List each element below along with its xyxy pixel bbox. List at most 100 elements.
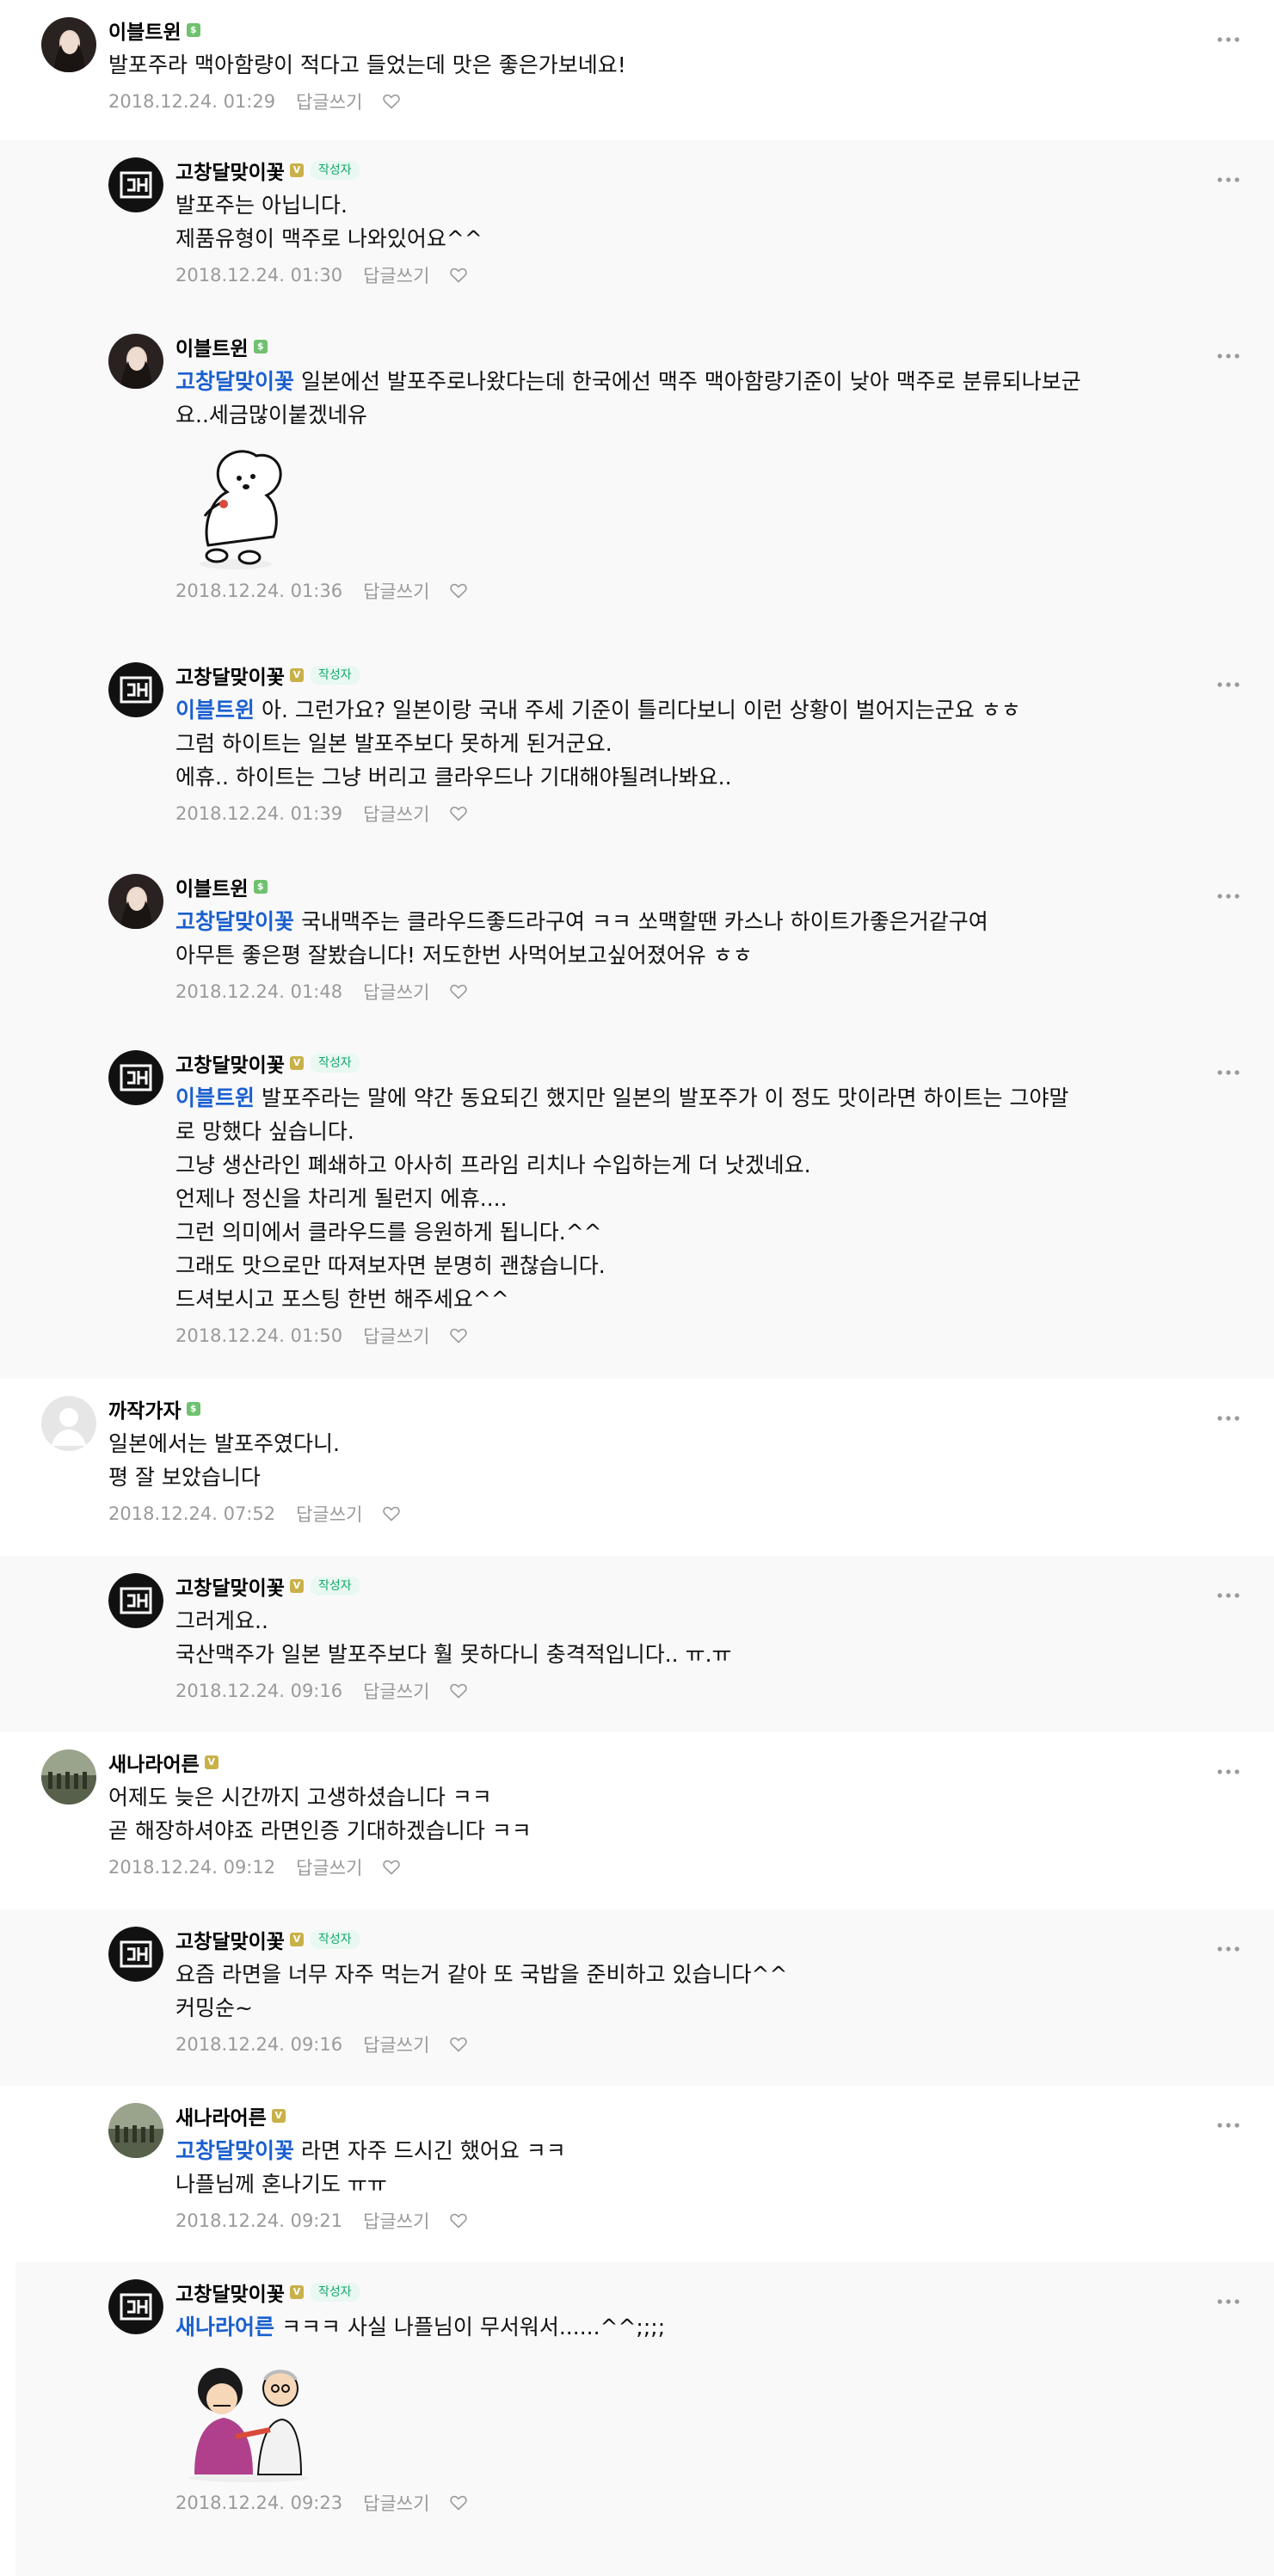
more-icon[interactable]: [1217, 1062, 1240, 1075]
comment-line-text: 어제도 늦은 시간까지 고생하셨습니다 ㅋㅋ: [108, 1785, 492, 1810]
avatar[interactable]: [108, 157, 163, 212]
avatar[interactable]: [108, 874, 163, 929]
more-icon[interactable]: [1217, 1585, 1240, 1598]
comment-date: 2018.12.24. 09:16: [175, 1681, 343, 1701]
reply-button[interactable]: 답글쓰기: [363, 262, 429, 288]
comment-header: 이블트윈 $: [108, 15, 1179, 45]
heart-icon[interactable]: [450, 1683, 468, 1699]
author-nickname[interactable]: 이블트윈: [175, 332, 249, 361]
more-icon[interactable]: [1217, 674, 1240, 687]
heart-icon[interactable]: [450, 1328, 468, 1343]
author-nickname[interactable]: 고창달맞이꽃: [175, 1925, 285, 1954]
heart-icon[interactable]: [450, 806, 468, 821]
comment-body: 고창달맞이꽃 V 작성자 발포주는 아닙니다. 제품유형이 맥주로 나와있어요^^ 201…: [175, 157, 1179, 288]
avatar[interactable]: [41, 17, 96, 72]
reply-button[interactable]: 답글쓰기: [363, 578, 429, 604]
comment-line: 곧 해장하셔야죠 라면인증 기대하겠습니다 ㅋㅋ: [108, 1814, 1179, 1847]
comment-text: 고창달맞이꽃 일본에선 발포주로나왔다는데 한국에선 맥주 맥아함량기준이 낮아 …: [175, 365, 1179, 432]
mention-link[interactable]: 고창달맞이꽃: [175, 909, 294, 934]
mention-link[interactable]: 고창달맞이꽃: [175, 2138, 294, 2163]
mention-link[interactable]: 새나라어른: [175, 2315, 274, 2339]
comment-line: 평 잘 보았습니다: [108, 1460, 1179, 1494]
more-icon[interactable]: [1217, 1761, 1240, 1774]
comment-line-text: 에휴.. 하이트는 그냥 버리고 클라우드나 기대해야될려나봐요..: [175, 765, 732, 790]
level-badge-icon: $: [253, 340, 268, 354]
reply-button[interactable]: 답글쓰기: [296, 1501, 362, 1527]
mention-link[interactable]: 이블트윈: [175, 1085, 255, 1110]
comment-date: 2018.12.24. 01:30: [175, 265, 343, 286]
author-nickname[interactable]: 고창달맞이꽃: [175, 1571, 285, 1601]
heart-icon[interactable]: [450, 267, 468, 283]
avatar[interactable]: [108, 334, 163, 389]
avatar[interactable]: [108, 662, 163, 717]
author-nickname[interactable]: 새나라어른: [108, 1748, 200, 1777]
level-badge-icon: $: [186, 1402, 200, 1416]
reply-button[interactable]: 답글쓰기: [363, 979, 429, 1005]
level-badge-icon: V: [289, 1056, 304, 1070]
reply-button[interactable]: 답글쓰기: [296, 1854, 362, 1880]
comment-line-text: 요즘 라면을 너무 자주 먹는거 같아 또 국밥을 준비하고 있습니다^^: [175, 1962, 788, 1987]
reply-item: 고창달맞이꽃 V 작성자 이블트윈 발포주라는 말에 약간 동요되긴 했지만 일본의 발…: [0, 1033, 1274, 1379]
more-icon[interactable]: [1217, 29, 1240, 42]
comment-line: 그냥 생산라인 폐쇄하고 아사히 프라임 리치나 수입하는게 더 낫겠네요.: [175, 1148, 1179, 1182]
author-nickname[interactable]: 고창달맞이꽃: [175, 2278, 285, 2307]
mention-link[interactable]: 이블트윈: [175, 698, 255, 722]
avatar[interactable]: [108, 1573, 163, 1628]
comment-line: 이블트윈 발포주라는 말에 약간 동요되긴 했지만 일본의 발포주가 이 정도 맛…: [175, 1081, 1179, 1115]
comment-text: 요즘 라면을 너무 자주 먹는거 같아 또 국밥을 준비하고 있습니다^^ 커밍순…: [175, 1958, 1179, 2025]
more-icon[interactable]: [1217, 1408, 1240, 1421]
heart-icon[interactable]: [383, 94, 401, 109]
comment-meta: 2018.12.24. 01:39 답글쓰기: [175, 801, 1179, 827]
author-nickname[interactable]: 이블트윈: [108, 15, 182, 45]
avatar[interactable]: [108, 2103, 163, 2158]
avatar[interactable]: [108, 1927, 163, 1982]
avatar[interactable]: [41, 1396, 96, 1451]
reply-button[interactable]: 답글쓰기: [363, 1323, 429, 1349]
comment-item: 이블트윈 $ 발포주라 맥아함량이 적다고 들었는데 맛은 좋은가보네요! 2018.…: [0, 0, 1274, 140]
heart-icon[interactable]: [383, 1860, 401, 1875]
comment-line: 국산맥주가 일본 발포주보다 훨 못하다니 충격적입니다.. ㅠ.ㅠ: [175, 1638, 1179, 1671]
more-icon[interactable]: [1217, 1939, 1240, 1952]
more-icon[interactable]: [1217, 346, 1240, 359]
reply-button[interactable]: 답글쓰기: [363, 2032, 429, 2057]
avatar[interactable]: [41, 1749, 96, 1804]
comment-line-text: 국산맥주가 일본 발포주보다 훨 못하다니 충격적입니다.. ㅠ.ㅠ: [175, 1642, 732, 1667]
reply-button[interactable]: 답글쓰기: [363, 801, 429, 827]
comment-line: 어제도 늦은 시간까지 고생하셨습니다 ㅋㅋ: [108, 1780, 1179, 1814]
author-nickname[interactable]: 고창달맞이꽃: [175, 156, 285, 185]
heart-icon[interactable]: [450, 2495, 468, 2511]
author-nickname[interactable]: 고창달맞이꽃: [175, 1048, 285, 1078]
heart-icon[interactable]: [383, 1506, 401, 1522]
author-nickname[interactable]: 까작가자: [108, 1394, 182, 1423]
reply-button[interactable]: 답글쓰기: [296, 89, 362, 114]
author-nickname[interactable]: 새나라어른: [175, 2101, 267, 2130]
avatar[interactable]: [108, 1050, 163, 1105]
avatar[interactable]: [108, 2279, 163, 2334]
comment-line: 고창달맞이꽃 라면 자주 드시긴 했어요 ㅋㅋ: [175, 2134, 1179, 2167]
comment-line: 아무튼 좋은평 잘봤습니다! 저도한번 사먹어보고싶어졌어유 ㅎㅎ: [175, 938, 1179, 972]
more-icon[interactable]: [1217, 2115, 1240, 2128]
mention-link[interactable]: 고창달맞이꽃: [175, 369, 294, 394]
more-icon[interactable]: [1217, 886, 1240, 899]
level-badge-icon: V: [289, 1579, 304, 1593]
reply-button[interactable]: 답글쓰기: [363, 1678, 429, 1704]
author-nickname[interactable]: 이블트윈: [175, 872, 249, 901]
comment-date: 2018.12.24. 01:36: [175, 581, 343, 601]
reply-button[interactable]: 답글쓰기: [363, 2208, 429, 2234]
heart-icon[interactable]: [450, 2037, 468, 2052]
heart-icon[interactable]: [450, 984, 468, 999]
comment-line-text: 국내맥주는 클라우드좋드라구여 ㅋㅋ 쏘맥할땐 카스나 하이트가좋은거같구여: [301, 909, 988, 934]
comment-text: 발포주라 맥아함량이 적다고 들었는데 맛은 좋은가보네요!: [108, 48, 1179, 82]
comment-header: 고창달맞이꽃 V 작성자: [175, 156, 1179, 185]
more-icon[interactable]: [1217, 169, 1240, 182]
heart-icon[interactable]: [450, 2213, 468, 2229]
more-icon[interactable]: [1217, 2291, 1240, 2304]
author-nickname[interactable]: 고창달맞이꽃: [175, 661, 285, 690]
reply-item: 고창달맞이꽃 V 작성자 새나라어른 ㅋㅋㅋ 사실 나플님이 무서워서......^^;…: [15, 2262, 1274, 2576]
reply-button[interactable]: 답글쓰기: [363, 2490, 429, 2516]
comment-line: 로 망했다 싶습니다.: [175, 1115, 1179, 1148]
comment-header: 고창달맞이꽃 V 작성자: [175, 2278, 1179, 2307]
comment-meta: 2018.12.24. 01:50 답글쓰기: [175, 1323, 1179, 1349]
comment-line-text: 곧 해장하셔야죠 라면인증 기대하겠습니다 ㅋㅋ: [108, 1818, 532, 1843]
heart-icon[interactable]: [450, 583, 468, 599]
